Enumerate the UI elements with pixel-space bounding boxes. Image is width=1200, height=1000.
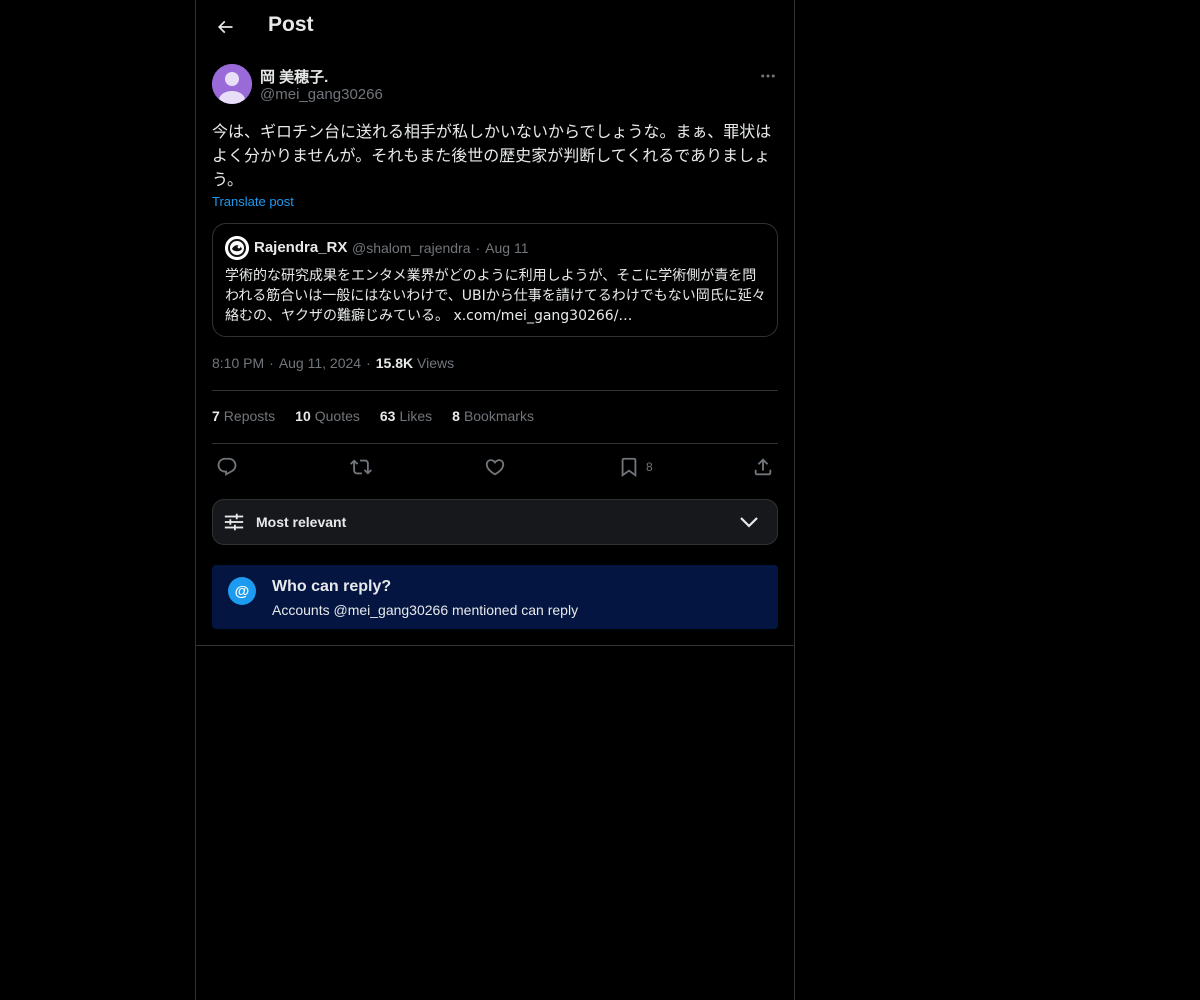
bookmarks-label: Bookmarks bbox=[463, 408, 534, 424]
post-date[interactable]: Aug 11, 2024 bbox=[279, 355, 361, 371]
reply-icon bbox=[217, 457, 237, 476]
sort-label: Most relevant bbox=[256, 514, 347, 530]
share-icon bbox=[754, 458, 772, 476]
bookmark-button[interactable]: 8 bbox=[618, 454, 653, 480]
bookmarks-count: 8 bbox=[452, 408, 460, 424]
bookmarks-stat[interactable]: 8 Bookmarks bbox=[452, 408, 534, 424]
more-horizontal-icon bbox=[761, 74, 775, 78]
separator-dot: · bbox=[269, 355, 274, 371]
reposts-stat[interactable]: 7 Reposts bbox=[212, 408, 275, 424]
quote-text: 学術的な研究成果をエンタメ業界がどのように利用しようが、そこに学術側が責を問われ… bbox=[225, 268, 766, 324]
reply-button[interactable] bbox=[216, 454, 238, 480]
quote-author-name[interactable]: Rajendra_RX bbox=[254, 239, 347, 256]
like-button[interactable] bbox=[484, 454, 506, 480]
translate-post-link[interactable]: Translate post bbox=[212, 194, 294, 209]
post-timestamp: 8:10 PM · Aug 11, 2024 · 15.8K Views bbox=[212, 355, 454, 371]
quote-author-handle[interactable]: @shalom_rajendra bbox=[352, 240, 471, 256]
quote-avatar bbox=[225, 236, 249, 260]
views-label: Views bbox=[417, 355, 455, 371]
author-handle[interactable]: @mei_gang30266 bbox=[260, 86, 383, 103]
likes-stat[interactable]: 63 Likes bbox=[380, 408, 432, 424]
quoted-post[interactable]: Rajendra_RX @shalom_rajendra · Aug 11 学術的な… bbox=[212, 223, 778, 337]
repost-icon bbox=[350, 459, 372, 475]
back-button[interactable] bbox=[208, 10, 242, 44]
bookmark-icon bbox=[621, 457, 637, 478]
page-header: Post bbox=[196, 0, 794, 53]
arrow-left-icon bbox=[217, 20, 233, 34]
default-avatar-icon bbox=[212, 64, 252, 104]
reposts-count: 7 bbox=[212, 408, 220, 424]
author-name[interactable]: 岡 美穂子. bbox=[260, 66, 328, 87]
divider bbox=[212, 443, 778, 444]
sliders-icon bbox=[224, 513, 244, 531]
chevron-down-icon bbox=[740, 517, 758, 528]
post-time[interactable]: 8:10 PM bbox=[212, 355, 264, 371]
quote-avatar-icon bbox=[225, 236, 249, 260]
quotes-count: 10 bbox=[295, 408, 311, 424]
mention-icon: @ bbox=[228, 577, 256, 605]
page-title: Post bbox=[268, 13, 314, 36]
likes-label: Likes bbox=[399, 408, 433, 424]
post-text: 今は、ギロチン台に送れる相手が私しかいないからでしょうな。まぁ、罪状はよく分かり… bbox=[212, 122, 772, 189]
avatar[interactable] bbox=[212, 64, 252, 104]
reply-sort-dropdown[interactable]: Most relevant bbox=[212, 499, 778, 545]
who-can-reply-notice: @ Who can reply? Accounts @mei_gang30266… bbox=[212, 565, 778, 629]
share-button[interactable] bbox=[752, 454, 774, 480]
who-can-reply-subtitle: Accounts @mei_gang30266 mentioned can re… bbox=[272, 602, 579, 618]
quote-meta: @shalom_rajendra · Aug 11 bbox=[352, 240, 529, 256]
quotes-stat[interactable]: 10 Quotes bbox=[295, 408, 360, 424]
action-bar: 8 bbox=[212, 454, 778, 480]
quotes-label: Quotes bbox=[314, 408, 360, 424]
more-options-button[interactable] bbox=[758, 66, 778, 86]
reposts-label: Reposts bbox=[223, 408, 276, 424]
who-can-reply-title: Who can reply? bbox=[272, 578, 392, 595]
separator-dot: · bbox=[366, 355, 371, 371]
main-column: Post 岡 美穂子. @mei_gang30266 今は、ギロチン台に送れる相… bbox=[195, 0, 795, 1000]
views-count: 15.8K bbox=[375, 355, 414, 371]
separator-dot: · bbox=[475, 240, 481, 256]
divider bbox=[196, 645, 794, 646]
quote-date[interactable]: Aug 11 bbox=[485, 240, 528, 256]
bookmark-count: 8 bbox=[646, 460, 653, 474]
likes-count: 63 bbox=[379, 408, 396, 424]
divider bbox=[212, 390, 778, 391]
heart-icon bbox=[485, 459, 505, 476]
repost-button[interactable] bbox=[350, 454, 372, 480]
engagement-stats: 7 Reposts 10 Quotes 63 Likes 8 Bookmarks bbox=[212, 408, 534, 424]
